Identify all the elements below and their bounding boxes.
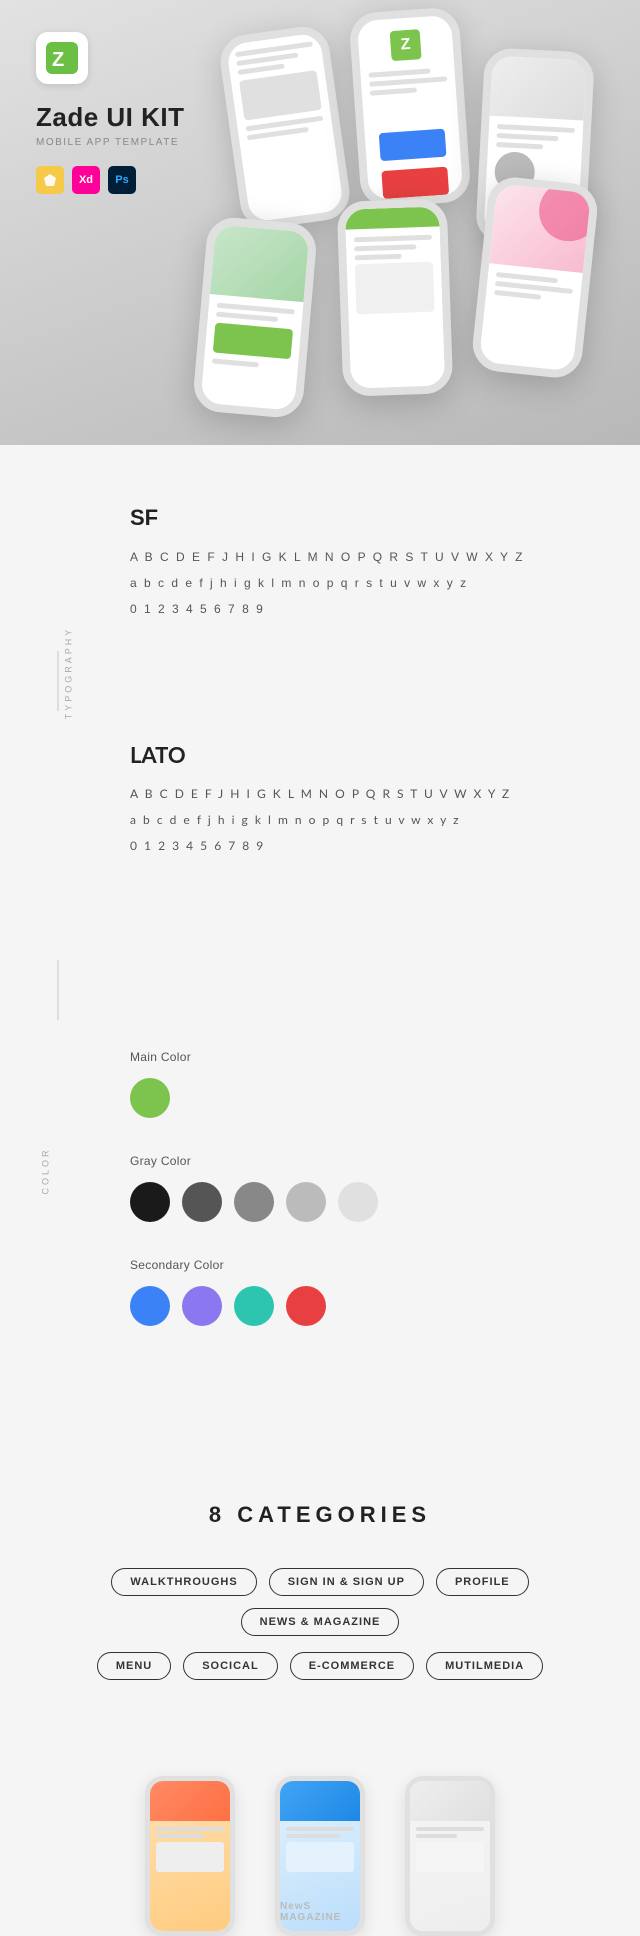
main-color-group: Main Color xyxy=(130,1050,600,1118)
category-tags-row-2: MENU SOCICAL E-COMMERCE MUTILMEDIA xyxy=(0,1652,640,1680)
svg-text:Z: Z xyxy=(52,49,64,71)
categories-title: 8 CATEGORIES xyxy=(0,1502,640,1528)
lato-numbers: 0 1 2 3 4 5 6 7 8 9 xyxy=(130,834,600,858)
typography-label: TYPOGRAPHY xyxy=(63,626,73,719)
gray-swatch-4 xyxy=(286,1182,326,1222)
sf-lowercase: a b c d e f j h i g k l m n o p q r s t … xyxy=(130,571,600,595)
preview-phone-1 xyxy=(145,1776,235,1936)
divider-2 xyxy=(57,960,59,1020)
phone-mockup-6 xyxy=(470,175,600,380)
lato-lowercase: a b c d e f j h i g k l m n o p q r s t … xyxy=(130,808,600,832)
hero-content: Z Zade UI KIT MOBILE APP TEMPLATE Xd Ps xyxy=(36,32,185,194)
gray-swatch-2 xyxy=(182,1182,222,1222)
preview-screen-b: NewS MAGAZINE xyxy=(280,1781,360,1931)
colors-label: COLOR xyxy=(41,1147,51,1194)
gray-swatch-1 xyxy=(130,1182,170,1222)
gray-color-label: Gray Color xyxy=(130,1154,600,1168)
tag-menu[interactable]: MENU xyxy=(97,1652,171,1680)
xd-icon: Xd xyxy=(72,166,100,194)
gray-swatch-5 xyxy=(338,1182,378,1222)
phone-mockup-5 xyxy=(337,198,454,397)
tag-multimedia[interactable]: MUTILMEDIA xyxy=(426,1652,543,1680)
product-subtitle: MOBILE APP TEMPLATE xyxy=(36,137,185,148)
phone-mockup-4 xyxy=(192,216,319,420)
gray-color-group: Gray Color xyxy=(130,1154,600,1222)
sf-numbers: 0 1 2 3 4 5 6 7 8 9 xyxy=(130,597,600,621)
hero-section: Z Zade UI KIT MOBILE APP TEMPLATE Xd Ps xyxy=(0,0,640,445)
tool-icons: Xd Ps xyxy=(36,166,185,194)
category-tags-row-1: WALKTHROUGHS SIGN IN & SIGN UP PROFILE N… xyxy=(0,1568,640,1636)
phone-mockup-1 xyxy=(217,23,353,231)
sf-uppercase: A B C D E F J H I G K L M N O P Q R S T … xyxy=(130,545,600,569)
preview-section: NewS MAGAZINE xyxy=(0,1746,640,1936)
lato-font-name: LATO xyxy=(130,741,600,768)
brand-logo: Z xyxy=(36,32,88,84)
tag-sign-in[interactable]: SIGN IN & SIGN UP xyxy=(269,1568,424,1596)
preview-phone-3 xyxy=(405,1776,495,1936)
sketch-icon xyxy=(36,166,64,194)
secondary-purple xyxy=(182,1286,222,1326)
lato-font-block: LATO A B C D E F J H I G K L M N O P Q R… xyxy=(130,741,640,858)
gray-color-swatches xyxy=(130,1182,600,1222)
main-color-label: Main Color xyxy=(130,1050,600,1064)
secondary-color-label: Secondary Color xyxy=(130,1258,600,1272)
product-title: Zade UI KIT xyxy=(36,102,185,133)
lato-uppercase: A B C D E F J H I G K L M N O P Q R S T … xyxy=(130,782,600,806)
divider-1 xyxy=(57,651,59,711)
main-color-swatch xyxy=(130,1078,170,1118)
sf-font-name: SF xyxy=(130,505,600,531)
news-magazine-label: NewS MAGAZINE xyxy=(280,1901,350,1923)
gray-swatch-3 xyxy=(234,1182,274,1222)
preview-screen-a xyxy=(150,1781,230,1931)
secondary-teal xyxy=(234,1286,274,1326)
tag-walkthroughs[interactable]: WALKTHROUGHS xyxy=(111,1568,256,1596)
colors-section: COLOR Main Color Gray Color Secondary Co… xyxy=(0,900,640,1442)
ps-icon: Ps xyxy=(108,166,136,194)
phones-showcase: Z xyxy=(170,0,640,445)
phone-mockup-2: Z xyxy=(348,6,471,208)
colors-content: Main Color Gray Color Secondary Color xyxy=(130,1050,640,1326)
tag-social[interactable]: SOCICAL xyxy=(183,1652,278,1680)
secondary-color-swatches xyxy=(130,1286,600,1326)
tag-news-magazine[interactable]: NEWS & MAGAZINE xyxy=(241,1608,400,1636)
typography-section: TYPOGRAPHY SF A B C D E F J H I G K L M … xyxy=(0,445,640,900)
preview-phone-2: NewS MAGAZINE xyxy=(275,1776,365,1936)
secondary-color-group: Secondary Color xyxy=(130,1258,600,1326)
secondary-red xyxy=(286,1286,326,1326)
preview-screen-c xyxy=(410,1781,490,1931)
secondary-blue xyxy=(130,1286,170,1326)
categories-section: 8 CATEGORIES WALKTHROUGHS SIGN IN & SIGN… xyxy=(0,1442,640,1746)
main-color-swatches xyxy=(130,1078,600,1118)
tag-profile[interactable]: PROFILE xyxy=(436,1568,529,1596)
sf-font-block: SF A B C D E F J H I G K L M N O P Q R S… xyxy=(130,505,640,621)
tag-ecommerce[interactable]: E-COMMERCE xyxy=(290,1652,414,1680)
